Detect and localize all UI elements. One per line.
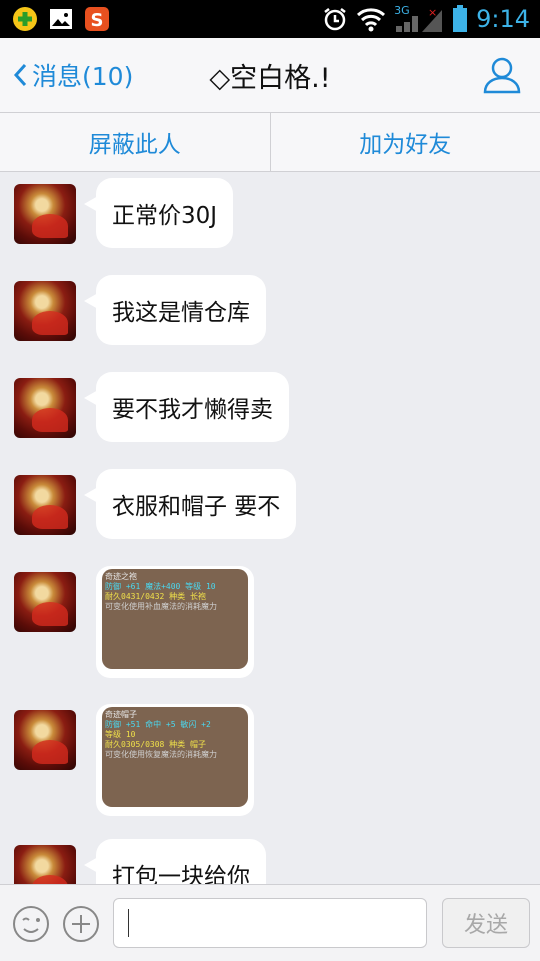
avatar[interactable] xyxy=(14,845,76,884)
app-plus-icon xyxy=(12,6,38,32)
message-list[interactable]: 正常价30J 我这是情仓库 要不我才懒得卖 衣服和帽子 要不 奇迹之袍 防御 +… xyxy=(0,172,540,884)
clock: 9:14 xyxy=(476,5,530,33)
image-message[interactable]: 奇迹帽子 防御 +51 命中 +5 敏闪 +2 等级 10 耐久0305/030… xyxy=(96,704,254,816)
page-title: ◇空白格.! xyxy=(0,56,540,95)
item-line: 可变化使用恢复魔法的消耗魔力 xyxy=(105,750,217,760)
message-bubble[interactable]: 要不我才懒得卖 xyxy=(96,372,289,442)
plus-icon xyxy=(62,905,100,943)
person-icon[interactable] xyxy=(482,56,522,98)
item-line: 耐久0431/0432 种类 长袍 xyxy=(105,592,206,602)
item-screenshot: 奇迹帽子 防御 +51 命中 +5 敏闪 +2 等级 10 耐久0305/030… xyxy=(102,707,248,807)
item-line: 耐久0305/0308 种类 帽子 xyxy=(105,740,206,750)
message-bubble[interactable]: 正常价30J xyxy=(96,178,233,248)
item-line: 奇迹帽子 xyxy=(105,710,137,720)
item-line: 奇迹之袍 xyxy=(105,572,137,582)
text-caret xyxy=(128,909,129,937)
avatar[interactable] xyxy=(14,378,76,438)
signal-icon: 3G × xyxy=(394,4,444,34)
item-screenshot: 奇迹之袍 防御 +61 魔法+400 等级 10 耐久0431/0432 种类 … xyxy=(102,569,248,669)
message-bubble[interactable]: 我这是情仓库 xyxy=(96,275,266,345)
avatar[interactable] xyxy=(14,281,76,341)
sogou-input-icon: S xyxy=(84,6,110,32)
emoji-button[interactable] xyxy=(12,905,50,947)
item-line: 防御 +61 魔法+400 等级 10 xyxy=(105,582,216,592)
wifi-icon xyxy=(356,6,386,32)
gallery-icon xyxy=(48,6,74,32)
block-user-button[interactable]: 屏蔽此人 xyxy=(0,113,270,171)
avatar[interactable] xyxy=(14,475,76,535)
more-button[interactable] xyxy=(62,905,100,947)
send-button[interactable]: 发送 xyxy=(442,898,530,948)
contact-actions: 屏蔽此人 加为好友 xyxy=(0,113,540,172)
item-line: 可变化使用补血魔法的消耗魔力 xyxy=(105,602,217,612)
alarm-icon xyxy=(322,6,348,32)
avatar[interactable] xyxy=(14,572,76,632)
title-bar: 消息(10) ◇空白格.! xyxy=(0,38,540,113)
battery-icon xyxy=(452,5,468,33)
svg-text:S: S xyxy=(91,10,104,31)
message-input[interactable] xyxy=(113,898,427,948)
add-friend-button[interactable]: 加为好友 xyxy=(270,113,540,171)
status-bar: S 3G × 9:14 xyxy=(0,0,540,38)
avatar[interactable] xyxy=(14,184,76,244)
message-bubble[interactable]: 打包一块给你 xyxy=(96,839,266,884)
item-line: 等级 10 xyxy=(105,730,135,740)
svg-text:×: × xyxy=(428,6,437,19)
item-line: 防御 +51 命中 +5 敏闪 +2 xyxy=(105,720,211,730)
image-message[interactable]: 奇迹之袍 防御 +61 魔法+400 等级 10 耐久0431/0432 种类 … xyxy=(96,566,254,678)
smiley-icon xyxy=(12,905,50,943)
avatar[interactable] xyxy=(14,710,76,770)
message-bubble[interactable]: 衣服和帽子 要不 xyxy=(96,469,296,539)
input-bar: 发送 xyxy=(0,884,540,961)
